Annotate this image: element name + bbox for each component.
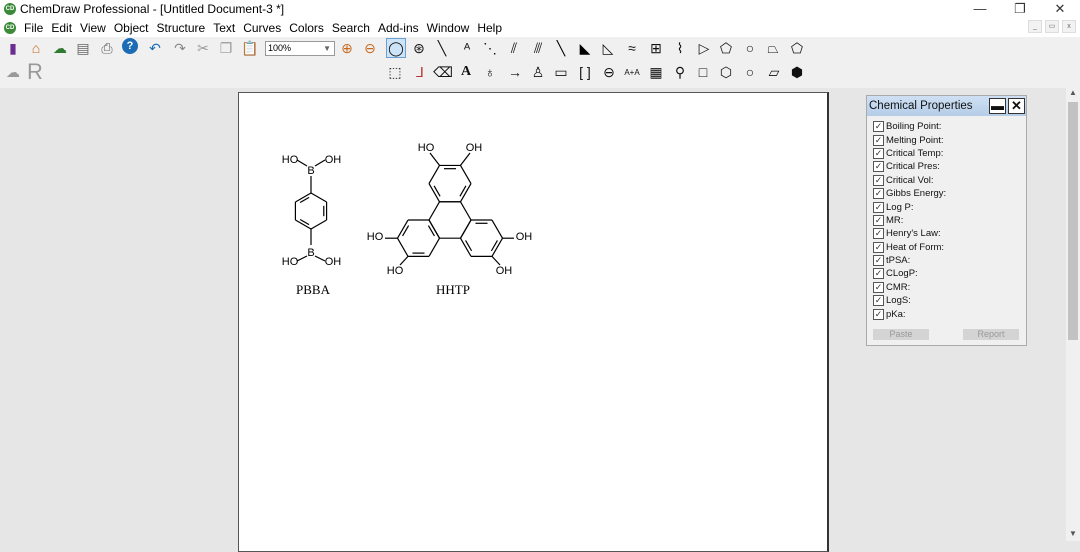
paste-button[interactable]: Paste [873,329,929,340]
bond [310,219,327,230]
vertical-scrollbar[interactable]: ▲ ▼ [1066,88,1080,541]
property-checkbox[interactable]: ✓ [873,188,884,200]
property-checkbox[interactable]: ✓ [873,121,884,133]
bond [396,237,409,257]
property-row: ✓ Boiling Point: [867,120,1026,133]
property-label: tPSA: [886,255,911,267]
panel-minimize-button[interactable]: ▬ [989,98,1006,114]
property-row: ✓ LogS: [867,294,1026,307]
property-checkbox[interactable]: ✓ [873,134,884,146]
hhtp-hydroxyl: OH [496,265,513,277]
bond [491,255,501,266]
property-row: ✓ Gibbs Energy: [867,187,1026,200]
hhtp-hydroxyl: HO [367,231,384,243]
pbba-hydroxyl: HO [282,256,299,268]
bond [428,165,441,184]
report-button[interactable]: Report [963,329,1019,340]
property-row: ✓ Critical Pres: [867,160,1026,173]
property-row: ✓ Heat of Form: [867,241,1026,254]
scroll-thumb[interactable] [1068,102,1078,340]
bond [296,255,308,262]
property-checkbox[interactable]: ✓ [873,161,884,173]
property-label: Henry's Law: [886,228,941,240]
panel-header: Chemical Properties ▬ ✕ [867,96,1026,116]
property-label: Heat of Form: [886,241,945,253]
property-label: CLogP: [886,268,918,280]
chemical-properties-panel: Chemical Properties ▬ ✕ ✓ Boiling Point: ✓… [866,95,1027,346]
property-checkbox[interactable]: ✓ [873,214,884,226]
property-label: Gibbs Energy: [886,188,947,200]
bond [314,159,326,167]
property-row: ✓ tPSA: [867,254,1026,267]
bond [491,219,504,239]
property-checkbox[interactable]: ✓ [873,228,884,240]
bond [459,219,472,239]
property-checkbox[interactable]: ✓ [873,147,884,159]
property-checkbox[interactable]: ✓ [873,308,884,320]
property-checkbox[interactable]: ✓ [873,241,884,253]
bond [399,255,409,266]
property-row: ✓ pKa: [867,307,1026,320]
scroll-up-icon[interactable]: ▲ [1066,88,1080,100]
property-row: ✓ Critical Vol: [867,174,1026,187]
panel-title: Chemical Properties [869,100,973,112]
property-label: LogS: [886,295,911,307]
hhtp-hydroxyl: HO [387,265,404,277]
pbba-name: PBBA [296,282,331,297]
property-label: CMR: [886,281,911,293]
bond [429,152,440,166]
hhtp-hydroxyl: HO [418,142,435,154]
property-checkbox[interactable]: ✓ [873,295,884,307]
bond [428,201,441,221]
property-checkbox[interactable]: ✓ [873,281,884,293]
property-row: ✓ CLogP: [867,267,1026,280]
property-label: Log P: [886,201,914,213]
pbba-boron-bottom: B [307,247,314,259]
scroll-down-icon[interactable]: ▼ [1066,529,1080,541]
property-checkbox[interactable]: ✓ [873,268,884,280]
property-label: Critical Pres: [886,161,940,173]
property-label: Critical Vol: [886,174,934,186]
property-checkbox[interactable]: ✓ [873,174,884,186]
hhtp-name: HHTP [436,282,470,297]
property-label: Melting Point: [886,134,944,146]
hhtp-hydroxyl: OH [516,231,533,243]
property-label: pKa: [886,308,906,320]
property-label: Critical Temp: [886,147,944,159]
bond [459,201,472,221]
panel-close-button[interactable]: ✕ [1008,98,1025,114]
property-row: ✓ Critical Temp: [867,147,1026,160]
bond [314,255,326,262]
pbba-hydroxyl: OH [325,256,342,268]
property-checkbox[interactable]: ✓ [873,201,884,213]
property-row: ✓ MR: [867,214,1026,227]
bond [310,192,327,203]
property-label: Boiling Point: [886,121,942,133]
bond [296,159,308,167]
property-row: ✓ CMR: [867,281,1026,294]
bond [460,152,471,166]
property-row: ✓ Melting Point: [867,133,1026,146]
pbba-boron-top: B [307,165,314,177]
bond [428,237,441,257]
hhtp-hydroxyl: OH [466,142,483,154]
property-checkbox[interactable]: ✓ [873,255,884,267]
property-row: ✓ Log P: [867,200,1026,213]
property-label: MR: [886,214,904,226]
property-row: ✓ Henry's Law: [867,227,1026,240]
pbba-hydroxyl: HO [282,154,299,166]
bond [459,165,472,184]
pbba-hydroxyl: OH [325,154,342,166]
